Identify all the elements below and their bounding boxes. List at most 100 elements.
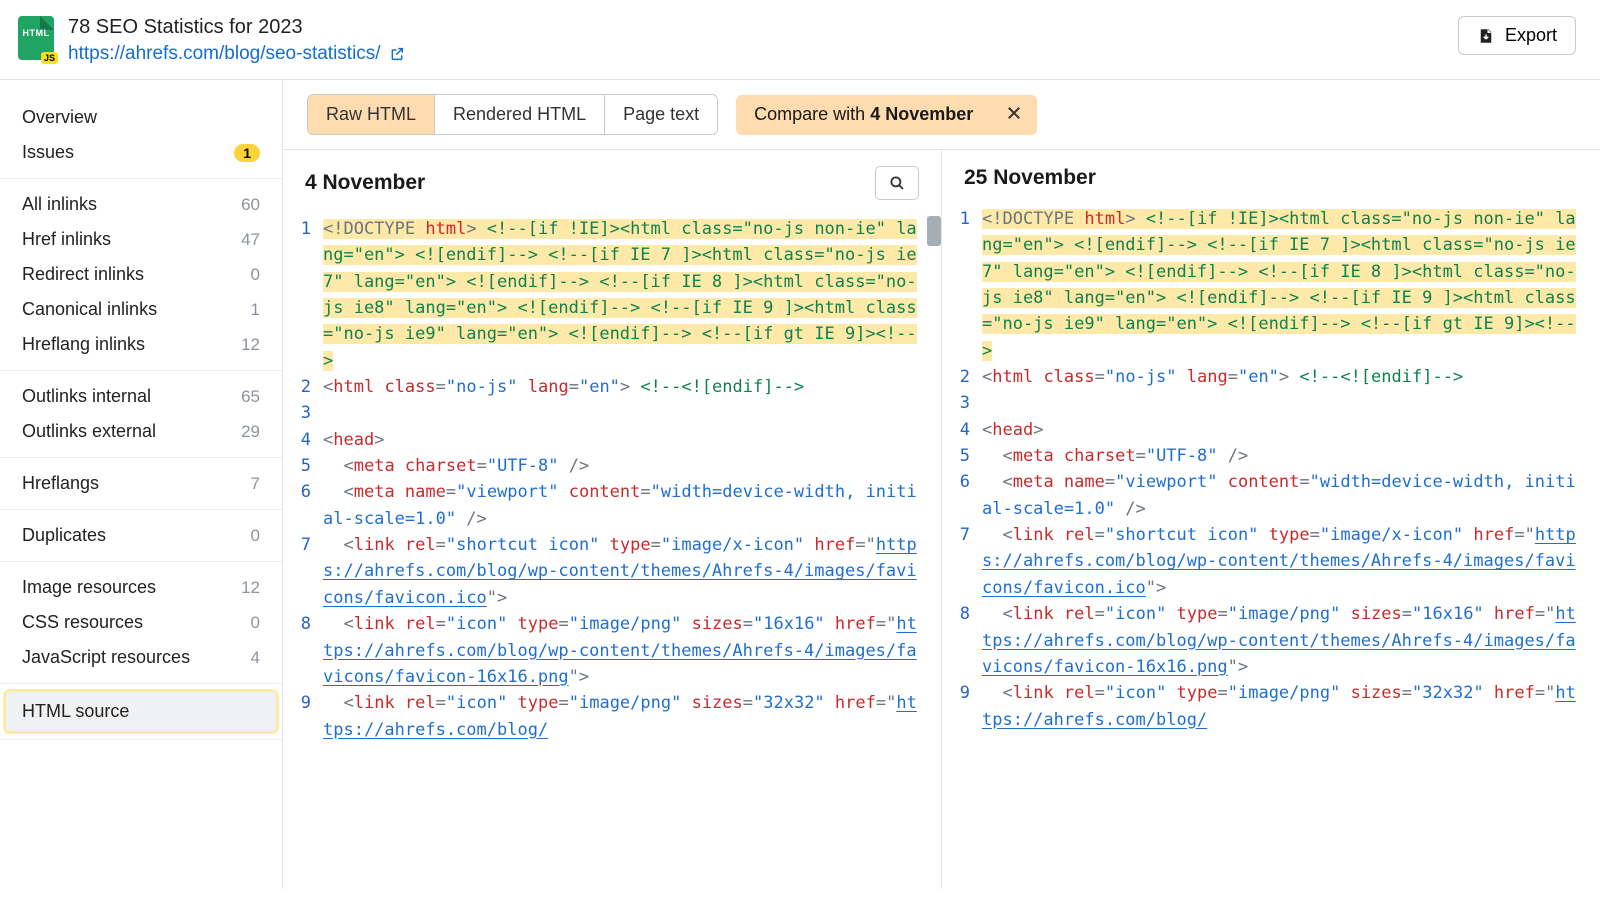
sidebar-item-label: CSS resources	[22, 612, 143, 633]
line-number: 4	[283, 427, 323, 453]
line-number: 9	[283, 690, 323, 716]
code-content: <link rel="icon" type="image/png" sizes=…	[982, 680, 1600, 733]
sidebar-item-label: Redirect inlinks	[22, 264, 144, 285]
sidebar-item-count: 0	[251, 265, 260, 285]
sidebar-item-hreflangs[interactable]: Hreflangs7	[0, 466, 282, 501]
line-number: 2	[283, 374, 323, 400]
sidebar-item-count: 29	[241, 422, 260, 442]
code-content: <meta name="viewport" content="width=dev…	[323, 479, 941, 532]
sidebar-item-html-source[interactable]: HTML source	[6, 692, 276, 731]
line-number: 3	[942, 390, 982, 416]
code-line: 8 <link rel="icon" type="image/png" size…	[283, 611, 941, 690]
line-number: 8	[942, 601, 982, 627]
search-icon	[888, 174, 906, 192]
sidebar-item-label: Issues	[22, 142, 74, 163]
sidebar-item-count: 65	[241, 387, 260, 407]
line-number: 7	[283, 532, 323, 558]
code-content: <link rel="shortcut icon" type="image/x-…	[323, 532, 941, 611]
sidebar-item-issues[interactable]: Issues1	[0, 135, 282, 170]
right-pane-title: 25 November	[964, 166, 1096, 190]
sidebar-item-duplicates[interactable]: Duplicates0	[0, 518, 282, 553]
sidebar-item-count: 1	[251, 300, 260, 320]
left-code-view[interactable]: 1<!DOCTYPE html> <!--[if !IE]><html clas…	[283, 216, 941, 889]
page-url-link[interactable]: https://ahrefs.com/blog/seo-statistics/	[68, 43, 405, 65]
code-line: 1<!DOCTYPE html> <!--[if !IE]><html clas…	[283, 216, 941, 374]
sidebar-item-count: 4	[251, 648, 260, 668]
code-content: <meta charset="UTF-8" />	[982, 443, 1600, 469]
main-panel: Raw HTMLRendered HTMLPage text Compare w…	[283, 80, 1600, 889]
line-number: 6	[283, 479, 323, 505]
tab-raw-html[interactable]: Raw HTML	[308, 95, 435, 134]
sidebar-item-label: Image resources	[22, 577, 156, 598]
left-pane-title: 4 November	[305, 171, 425, 195]
sidebar-item-label: All inlinks	[22, 194, 97, 215]
code-line: 6 <meta name="viewport" content="width=d…	[942, 469, 1600, 522]
code-line: 5 <meta charset="UTF-8" />	[942, 443, 1600, 469]
sidebar-item-count: 47	[241, 230, 260, 250]
code-line: 2<html class="no-js" lang="en"> <!--<![e…	[283, 374, 941, 400]
sidebar-item-javascript-resources[interactable]: JavaScript resources 4	[0, 640, 282, 675]
code-line: 3	[283, 400, 941, 426]
code-line: 5 <meta charset="UTF-8" />	[283, 453, 941, 479]
code-content: <html class="no-js" lang="en"> <!--<![en…	[323, 374, 941, 400]
sidebar-item-count: 12	[241, 335, 260, 355]
line-number: 3	[283, 400, 323, 426]
page-title: 78 SEO Statistics for 2023	[68, 16, 1458, 39]
close-icon	[1005, 104, 1023, 122]
compare-panes: 4 November 1<!DOCTYPE html> <!--[if !IE]…	[283, 149, 1600, 889]
page-header: HTML JS 78 SEO Statistics for 2023 https…	[0, 0, 1600, 80]
file-type-icon: HTML JS	[18, 16, 54, 60]
sidebar-item-label: JavaScript resources	[22, 647, 190, 668]
js-badge-icon: JS	[41, 52, 58, 64]
sidebar-item-outlinks-external[interactable]: Outlinks external 29	[0, 414, 282, 449]
sidebar-item-hreflang-inlinks[interactable]: Hreflang inlinks12	[0, 327, 282, 362]
line-number: 1	[283, 216, 323, 242]
code-content: <link rel="icon" type="image/png" sizes=…	[323, 611, 941, 690]
code-content: <!DOCTYPE html> <!--[if !IE]><html class…	[982, 206, 1600, 364]
scrollbar-thumb[interactable]	[927, 216, 941, 246]
line-number: 9	[942, 680, 982, 706]
line-number: 5	[942, 443, 982, 469]
sidebar-item-count: 0	[251, 613, 260, 633]
code-line: 7 <link rel="shortcut icon" type="image/…	[942, 522, 1600, 601]
sidebar-item-outlinks-internal[interactable]: Outlinks internal 65	[0, 379, 282, 414]
code-line: 8 <link rel="icon" type="image/png" size…	[942, 601, 1600, 680]
tab-rendered-html[interactable]: Rendered HTML	[435, 95, 605, 134]
export-label: Export	[1505, 25, 1557, 46]
file-type-label: HTML	[18, 28, 54, 38]
sidebar-item-redirect-inlinks[interactable]: Redirect inlinks 0	[0, 257, 282, 292]
code-line: 1<!DOCTYPE html> <!--[if !IE]><html clas…	[942, 206, 1600, 364]
line-number: 7	[942, 522, 982, 548]
line-number: 8	[283, 611, 323, 637]
compare-close-button[interactable]	[991, 95, 1037, 135]
line-number: 4	[942, 417, 982, 443]
search-button[interactable]	[875, 166, 919, 200]
sidebar-item-all-inlinks[interactable]: All inlinks60	[0, 187, 282, 222]
sidebar-item-label: Duplicates	[22, 525, 106, 546]
line-number: 2	[942, 364, 982, 390]
right-pane: 25 November 1<!DOCTYPE html> <!--[if !IE…	[942, 150, 1600, 889]
code-content: <html class="no-js" lang="en"> <!--<![en…	[982, 364, 1600, 390]
code-content: <link rel="icon" type="image/png" sizes=…	[982, 601, 1600, 680]
code-line: 4<head>	[283, 427, 941, 453]
export-button[interactable]: Export	[1458, 16, 1576, 55]
right-code-view[interactable]: 1<!DOCTYPE html> <!--[if !IE]><html clas…	[942, 206, 1600, 889]
sidebar-item-label: HTML source	[22, 701, 129, 722]
sidebar-item-href-inlinks[interactable]: Href inlinks47	[0, 222, 282, 257]
toolbar: Raw HTMLRendered HTMLPage text Compare w…	[283, 80, 1600, 135]
sidebar-item-css-resources[interactable]: CSS resources 0	[0, 605, 282, 640]
tab-page-text[interactable]: Page text	[605, 95, 717, 134]
sidebar: OverviewIssues1All inlinks60Href inlinks…	[0, 80, 283, 889]
code-content: <head>	[982, 417, 1600, 443]
code-content: <meta charset="UTF-8" />	[323, 453, 941, 479]
sidebar-item-overview[interactable]: Overview	[0, 100, 282, 135]
sidebar-item-label: Outlinks external	[22, 421, 156, 442]
sidebar-item-label: Canonical inlinks	[22, 299, 157, 320]
code-line: 9 <link rel="icon" type="image/png" size…	[942, 680, 1600, 733]
sidebar-item-label: Outlinks internal	[22, 386, 151, 407]
sidebar-item-canonical-inlinks[interactable]: Canonical inlinks 1	[0, 292, 282, 327]
line-number: 5	[283, 453, 323, 479]
compare-label[interactable]: Compare with 4 November	[736, 95, 991, 134]
code-line: 7 <link rel="shortcut icon" type="image/…	[283, 532, 941, 611]
sidebar-item-image-resources[interactable]: Image resources12	[0, 570, 282, 605]
